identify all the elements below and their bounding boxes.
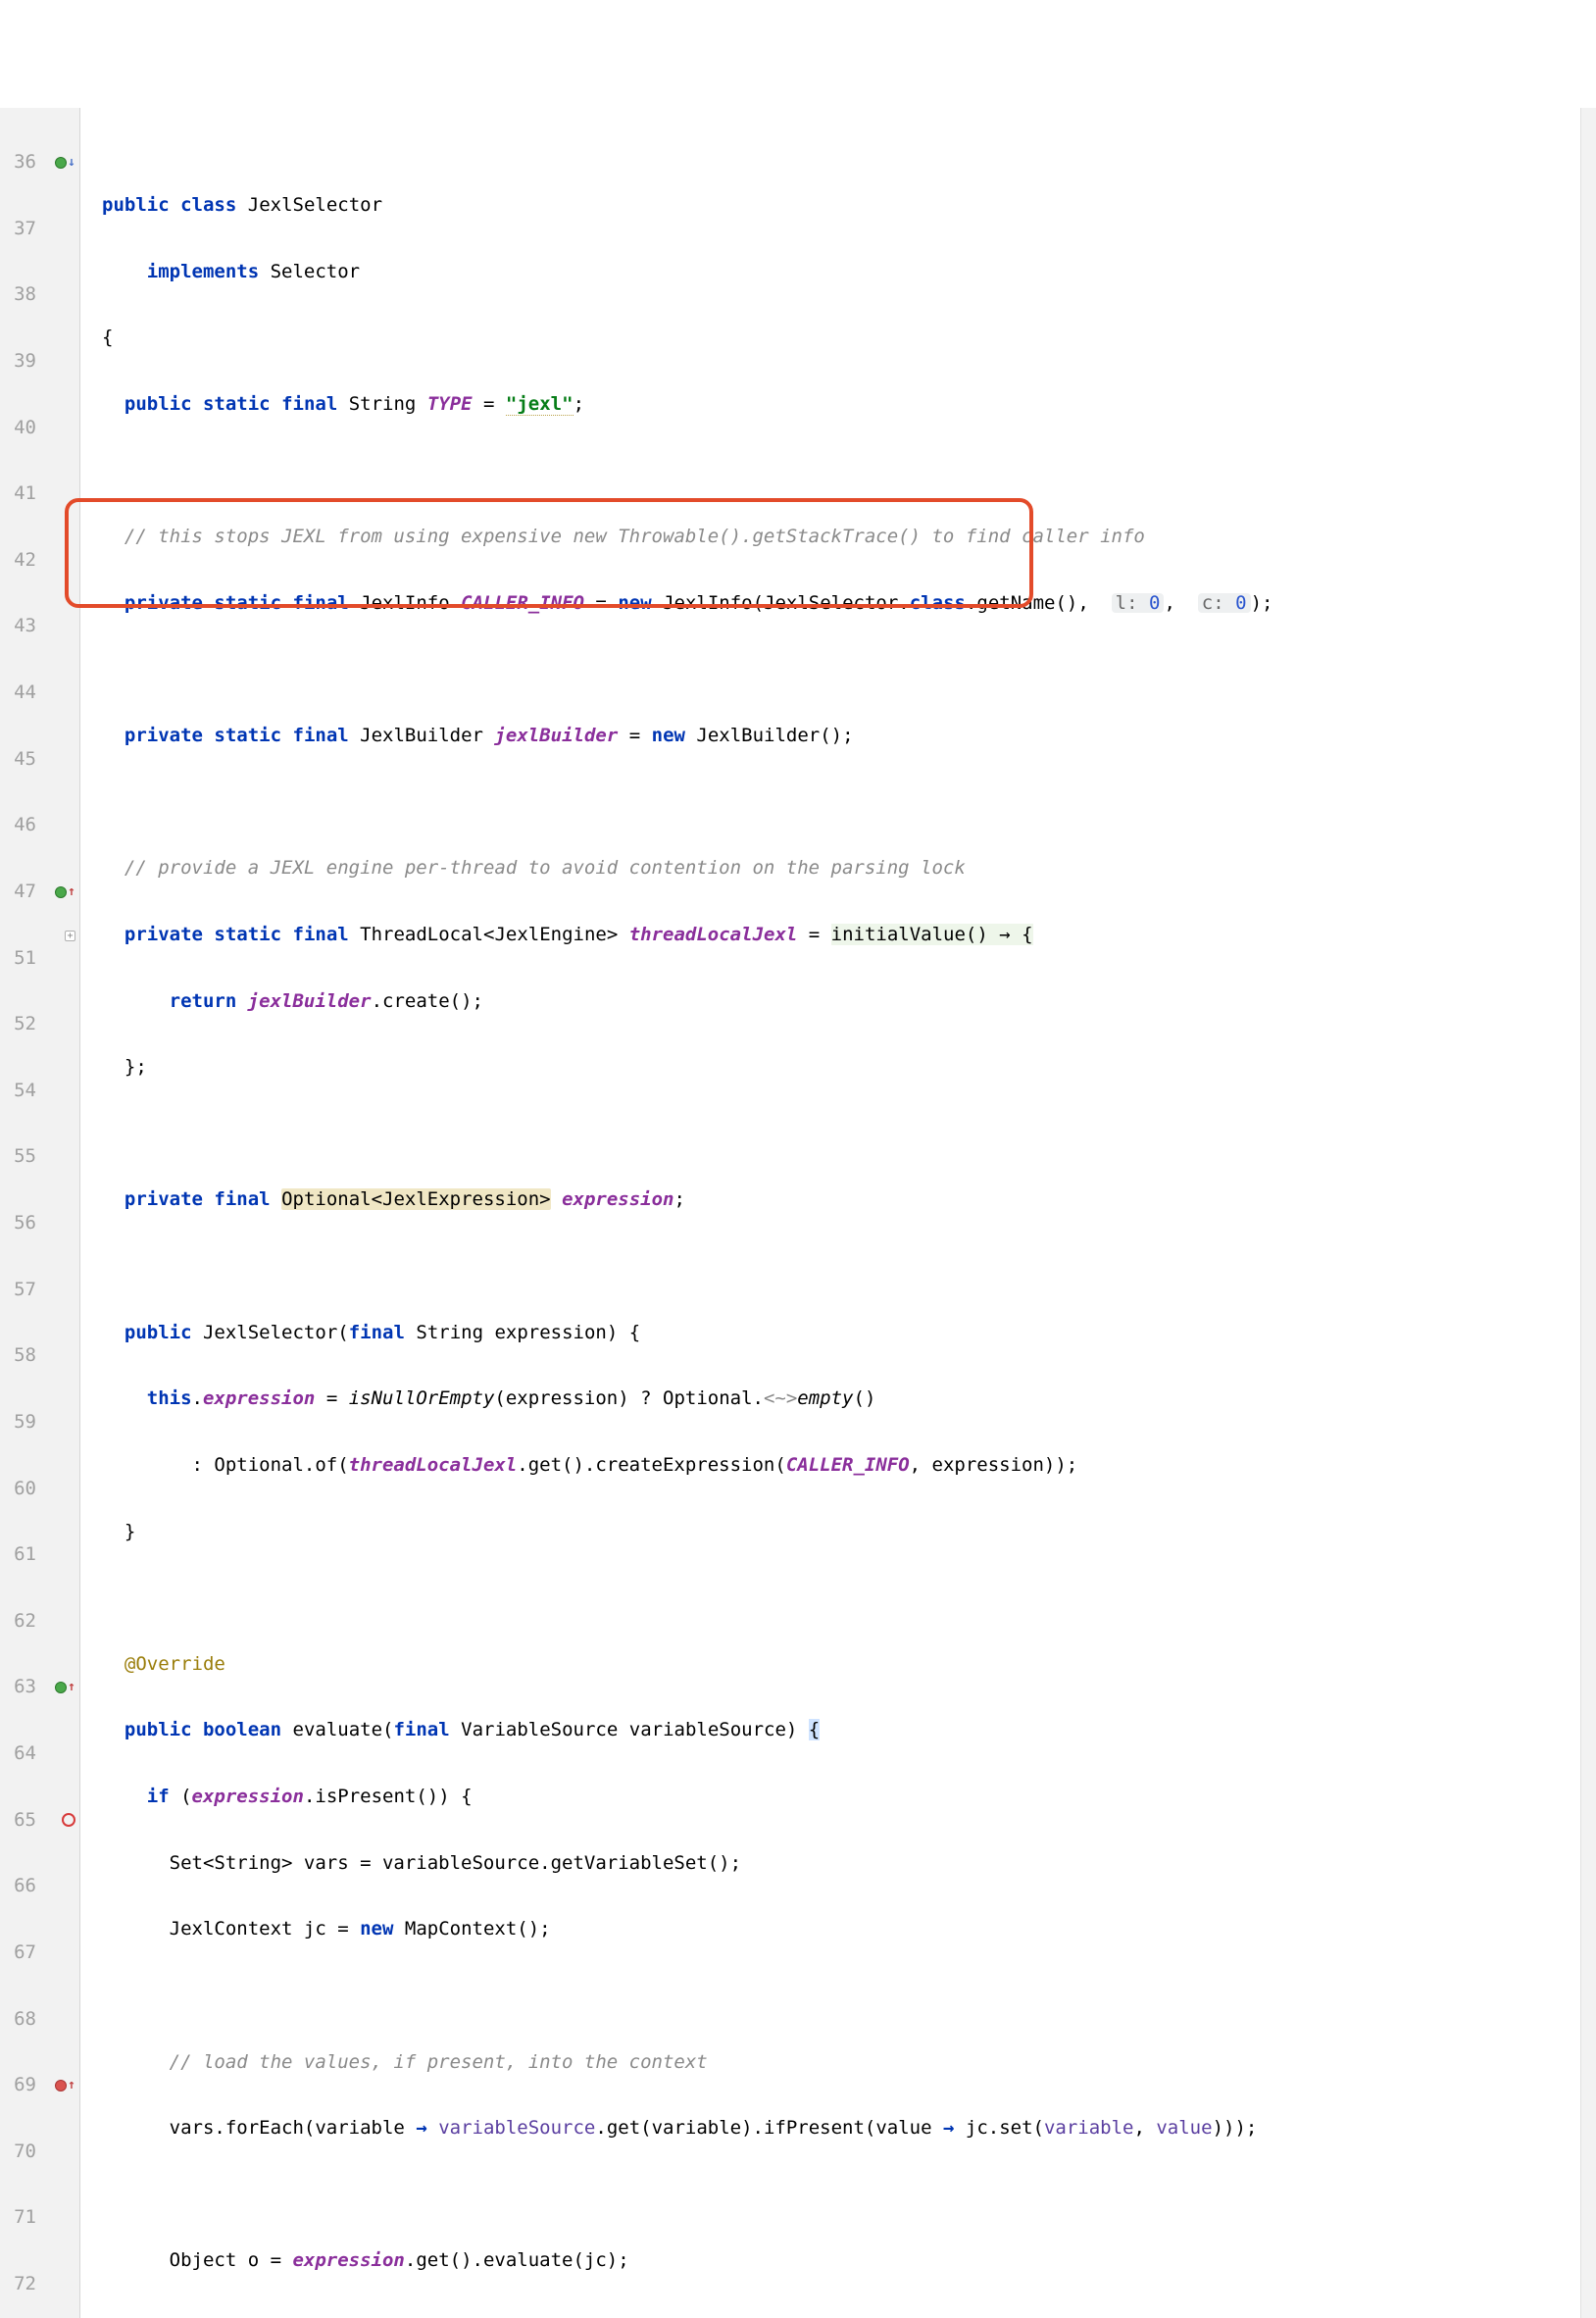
line-number: 69: [3, 2074, 36, 2097]
code-line[interactable]: this.expression = isNullOrEmpty(expressi…: [102, 1387, 1580, 1411]
line-number: 36: [3, 151, 36, 175]
line-number: 42: [3, 549, 36, 573]
line-number: 43: [3, 615, 36, 638]
line-number: 40: [3, 417, 36, 440]
line-number: 68: [3, 2008, 36, 2032]
scrollbar[interactable]: [1580, 108, 1596, 2318]
down-arrow-icon: ↓: [68, 151, 75, 175]
code-line[interactable]: [102, 791, 1580, 815]
param-hint: l: 0: [1112, 593, 1165, 613]
line-number: 59: [3, 1411, 36, 1435]
param-hint: c: 0: [1198, 593, 1251, 613]
code-area[interactable]: public class JexlSelector implements Sel…: [80, 108, 1580, 2318]
line-number: 51: [3, 947, 36, 971]
gutter: 36 ↓ 37 38 39 40 41 42 43 44 45 46 47 ↑ 51…: [0, 108, 80, 2318]
code-editor[interactable]: 36 ↓ 37 38 39 40 41 42 43 44 45 46 47 ↑ 51…: [0, 108, 1596, 2318]
code-line[interactable]: @Override: [102, 1653, 1580, 1677]
line-number: 47: [3, 881, 36, 904]
line-number: 58: [3, 1344, 36, 1368]
code-line[interactable]: [102, 1123, 1580, 1146]
breakpoint-icon[interactable]: [62, 1813, 75, 1827]
code-line[interactable]: public class JexlSelector: [102, 194, 1580, 218]
line-number: 56: [3, 1212, 36, 1235]
code-line[interactable]: return jexlBuilder.create();: [102, 990, 1580, 1014]
code-line[interactable]: [102, 1587, 1580, 1610]
line-number: 62: [3, 1610, 36, 1634]
line-number: 60: [3, 1478, 36, 1501]
code-line[interactable]: [102, 658, 1580, 681]
code-line[interactable]: [102, 1255, 1580, 1279]
code-line[interactable]: [102, 2184, 1580, 2207]
code-line[interactable]: public static final String TYPE = "jexl"…: [102, 393, 1580, 417]
code-line[interactable]: : Optional.of(threadLocalJexl.get().crea…: [102, 1454, 1580, 1478]
code-line[interactable]: implements Selector: [102, 261, 1580, 284]
line-number: 37: [3, 218, 36, 241]
code-line[interactable]: + private static final ThreadLocal<JexlE…: [102, 924, 1580, 947]
up-arrow-icon: ↑: [68, 881, 75, 904]
code-line[interactable]: JexlContext jc = new MapContext();: [102, 1918, 1580, 1941]
up-arrow-icon: ↑: [68, 2074, 75, 2097]
line-number: 61: [3, 1543, 36, 1567]
code-line[interactable]: public boolean evaluate(final VariableSo…: [102, 1719, 1580, 1742]
line-number: 67: [3, 1941, 36, 1965]
code-line[interactable]: [102, 2316, 1580, 2318]
code-line[interactable]: // load the values, if present, into the…: [102, 2051, 1580, 2075]
line-number: 72: [3, 2273, 36, 2296]
line-number: 64: [3, 1742, 36, 1766]
code-line[interactable]: };: [102, 1056, 1580, 1080]
line-number: 54: [3, 1080, 36, 1103]
line-number: 65: [3, 1809, 36, 1833]
line-number: 55: [3, 1145, 36, 1169]
code-line[interactable]: private static final JexlInfo CALLER_INF…: [102, 592, 1580, 616]
code-line[interactable]: [102, 460, 1580, 483]
code-line[interactable]: Object o = expression.get().evaluate(jc)…: [102, 2249, 1580, 2273]
code-line[interactable]: private static final JexlBuilder jexlBui…: [102, 725, 1580, 748]
line-number: 52: [3, 1013, 36, 1036]
line-number: 63: [3, 1676, 36, 1699]
override-marker-icon[interactable]: [55, 157, 67, 169]
line-number: 57: [3, 1279, 36, 1302]
line-number: 45: [3, 748, 36, 772]
code-line[interactable]: [102, 1985, 1580, 2008]
line-number: 66: [3, 1875, 36, 1898]
line-number: 70: [3, 2141, 36, 2164]
code-line[interactable]: private final Optional<JexlExpression> e…: [102, 1188, 1580, 1212]
code-line[interactable]: if (expression.isPresent()) {: [102, 1786, 1580, 1809]
code-line[interactable]: vars.forEach(variable → variableSource.g…: [102, 2117, 1580, 2141]
code-line[interactable]: {: [102, 327, 1580, 350]
override-marker-icon[interactable]: [55, 1682, 67, 1693]
line-number: 39: [3, 350, 36, 374]
line-number: 71: [3, 2206, 36, 2230]
fold-expand-icon[interactable]: +: [65, 924, 75, 947]
code-line[interactable]: // provide a JEXL engine per-thread to a…: [102, 857, 1580, 881]
line-number: 46: [3, 814, 36, 837]
line-number: 41: [3, 482, 36, 506]
line-number: 44: [3, 681, 36, 705]
lambda-marker-icon[interactable]: [55, 2080, 67, 2091]
code-line[interactable]: public JexlSelector(final String express…: [102, 1322, 1580, 1345]
override-marker-icon[interactable]: [55, 886, 67, 898]
code-line[interactable]: }: [102, 1521, 1580, 1544]
line-number: 38: [3, 283, 36, 307]
code-line[interactable]: // this stops JEXL from using expensive …: [102, 526, 1580, 549]
up-arrow-icon: ↑: [68, 1676, 75, 1699]
code-line[interactable]: Set<String> vars = variableSource.getVar…: [102, 1852, 1580, 1876]
